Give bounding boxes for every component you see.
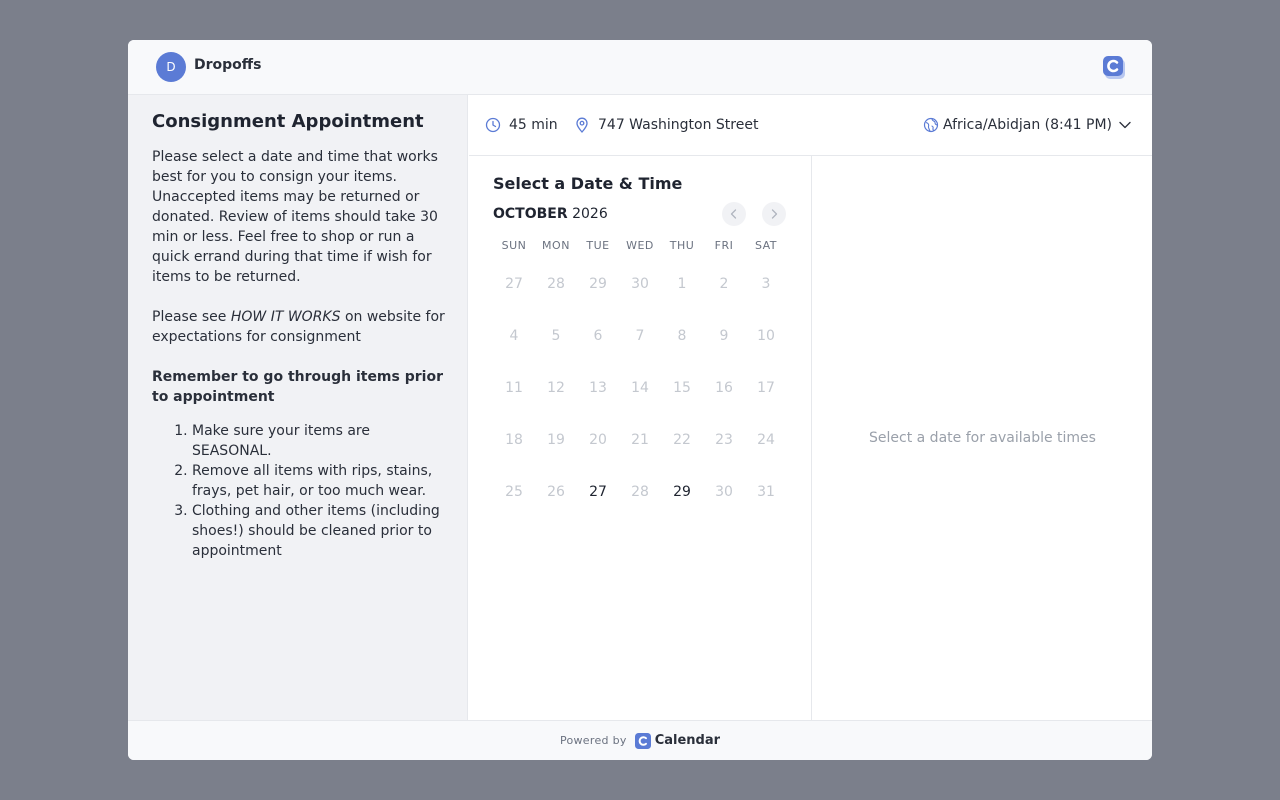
previous-month-button[interactable] [722, 202, 746, 226]
calendar-day: 21 [631, 432, 649, 448]
calendar-grid: SUN MON TUE WED THU FRI SAT 27 28 29 30 1 2 3 4 5 6 7 8 9 10… [493, 234, 787, 518]
list-item: Remove all items with rips, stains, fray… [192, 461, 445, 501]
list-item: Make sure your items are SEASONAL. [192, 421, 445, 461]
booking-modal: D Dropoffs Consignment Appointment Pleas… [128, 40, 1152, 760]
calendar-day: 29 [589, 276, 607, 292]
footer: Powered by Calendar [128, 720, 1152, 760]
list-item: Clothing and other items (including shoe… [192, 501, 445, 561]
calendar-day: 4 [509, 328, 519, 344]
calendar-day: 18 [505, 432, 523, 448]
calendar-day: 25 [505, 484, 523, 500]
reminder-heading-text: Remember to go through items prior to ap… [152, 369, 443, 405]
calendar-day: 5 [551, 328, 561, 344]
next-month-button[interactable] [762, 202, 786, 226]
calendar-day: 3 [761, 276, 771, 292]
calendar-day: 27 [505, 276, 523, 292]
calendar-day: 2 [719, 276, 729, 292]
description-paragraph: Please select a date and time that works… [152, 149, 438, 285]
weekday-header: TUE [586, 239, 610, 252]
calendar-day-available[interactable]: 29 [661, 466, 703, 518]
avatar: D [156, 52, 186, 82]
calendar-day: 10 [757, 328, 775, 344]
calendar-c-logo-icon [634, 732, 651, 749]
calendar-day: 28 [547, 276, 565, 292]
weekday-header: SAT [754, 239, 778, 252]
weekday-header: MON [542, 239, 570, 252]
calendar-day: 12 [547, 380, 565, 396]
date-picker: Select a Date & Time OCTOBER 2026 SUN MON… [469, 156, 812, 720]
footer-brand-link[interactable]: Calendar [634, 732, 721, 749]
calendar-day: 7 [635, 328, 645, 344]
timezone-selector[interactable]: Africa/Abidjan (8:41 PM) [923, 115, 1132, 135]
calendar-day: 23 [715, 432, 733, 448]
chevron-down-icon [1119, 121, 1131, 129]
empty-times-message: Select a date for available times [869, 430, 1096, 446]
weekday-header: WED [626, 239, 654, 252]
powered-by-label: Powered by [559, 734, 627, 747]
calendar-day: 9 [719, 328, 729, 344]
calendar-day: 15 [673, 380, 691, 396]
weekday-header: SUN [501, 239, 527, 252]
date-picker-heading: Select a Date & Time [493, 174, 683, 193]
globe-icon [923, 117, 939, 133]
month-label: OCTOBER 2026 [493, 206, 608, 222]
timezone-text: Africa/Abidjan (8:41 PM) [942, 117, 1112, 133]
clock-icon [485, 117, 501, 133]
calendar-day: 11 [505, 380, 523, 396]
calendar-day: 22 [673, 432, 691, 448]
duration-text: 45 min [509, 117, 558, 133]
calendar-day: 20 [589, 432, 607, 448]
calendar-day: 6 [593, 328, 603, 344]
reminder-heading: Remember to go through items prior to ap… [152, 367, 445, 407]
calendar-day: 19 [547, 432, 565, 448]
event-details-panel: Consignment Appointment Please select a … [128, 95, 468, 720]
calendar-day: 13 [589, 380, 607, 396]
event-info-bar: 45 min 747 Washington Street Africa/Abid… [469, 95, 1152, 156]
calendar-day: 16 [715, 380, 733, 396]
event-description: Please select a date and time that works… [152, 147, 445, 561]
event-title: Consignment Appointment [152, 111, 424, 132]
calendar-day: 30 [631, 276, 649, 292]
chevron-left-icon [730, 209, 737, 219]
how-it-works-emphasis: HOW IT WORKS [230, 309, 341, 325]
year: 2026 [572, 206, 608, 222]
time-slots-panel: Select a date for available times [813, 156, 1152, 720]
footer-brand-name: Calendar [654, 733, 721, 748]
weekday-header: THU [669, 239, 695, 252]
calendar-day-available[interactable]: 27 [577, 466, 619, 518]
month-name: OCTOBER [493, 206, 568, 222]
location-text: 747 Washington Street [598, 117, 759, 133]
org-name: Dropoffs [194, 57, 262, 73]
calendar-day: 26 [547, 484, 565, 500]
duration-info: 45 min [485, 115, 558, 135]
reminder-list: Make sure your items are SEASONAL. Remov… [152, 421, 445, 561]
calendar-day: 8 [677, 328, 687, 344]
calendar-day: 28 [631, 484, 649, 500]
description-text: Please see [152, 309, 231, 325]
calendar-day: 1 [677, 276, 687, 292]
calendar-day: 17 [757, 380, 775, 396]
description-paragraph-how-it-works: Please see HOW IT WORKS on website for e… [152, 307, 445, 347]
month-navigation: OCTOBER 2026 [493, 202, 787, 226]
weekday-header: FRI [714, 239, 734, 252]
calendar-day: 24 [757, 432, 775, 448]
calendar-day: 14 [631, 380, 649, 396]
calendar-c-logo-icon[interactable] [1102, 54, 1126, 80]
calendar-day: 30 [715, 484, 733, 500]
map-pin-icon [576, 117, 588, 133]
chevron-right-icon [771, 209, 778, 219]
calendar-day: 31 [757, 484, 775, 500]
top-bar: D Dropoffs [128, 40, 1152, 95]
location-info: 747 Washington Street [574, 115, 758, 135]
